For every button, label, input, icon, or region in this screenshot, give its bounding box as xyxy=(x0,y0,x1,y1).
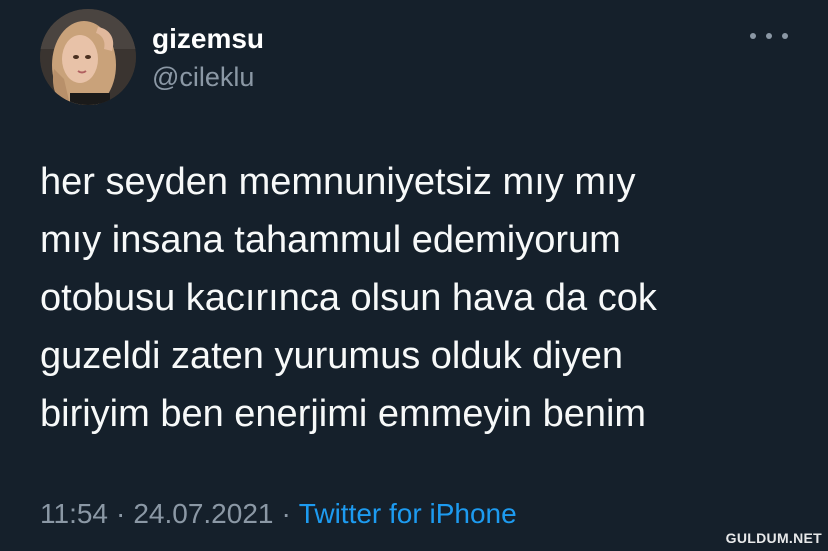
tweet-text-line: guzeldi zaten yurumus olduk diyen xyxy=(40,335,624,377)
tweet-meta: 11:54 · 24.07.2021 · Twitter for iPhone xyxy=(40,496,517,532)
display-name[interactable]: gizemsu xyxy=(152,22,264,56)
tweet-text-line: mıy insana tahammul edemiyorum xyxy=(40,219,621,261)
site-watermark: GULDUM.NET xyxy=(725,530,822,546)
tweet-text-line: otobusu kacırınca olsun hava da cok xyxy=(40,277,657,319)
more-dot xyxy=(766,33,772,39)
tweet-source-link[interactable]: Twitter for iPhone xyxy=(299,498,517,529)
more-dot xyxy=(750,33,756,39)
avatar[interactable] xyxy=(40,9,136,105)
tweet-text-line: her seyden memnuniyetsiz mıy mıy xyxy=(40,161,636,203)
tweet-card: gizemsu @cileklu her seyden memnuniyetsi… xyxy=(0,0,828,551)
tweet-date[interactable]: 24.07.2021 xyxy=(133,498,273,529)
meta-separator: · xyxy=(281,498,291,529)
tweet-text: her seyden memnuniyetsiz mıy mıy mıy ins… xyxy=(40,153,780,443)
more-dot xyxy=(782,33,788,39)
avatar-image xyxy=(40,9,136,105)
tweet-text-line: biriyim ben enerjimi emmeyin benim xyxy=(40,393,647,435)
tweet-time[interactable]: 11:54 xyxy=(40,498,108,529)
user-handle[interactable]: @cileklu xyxy=(152,60,254,94)
more-icon[interactable] xyxy=(750,24,788,48)
meta-separator: · xyxy=(116,498,126,529)
